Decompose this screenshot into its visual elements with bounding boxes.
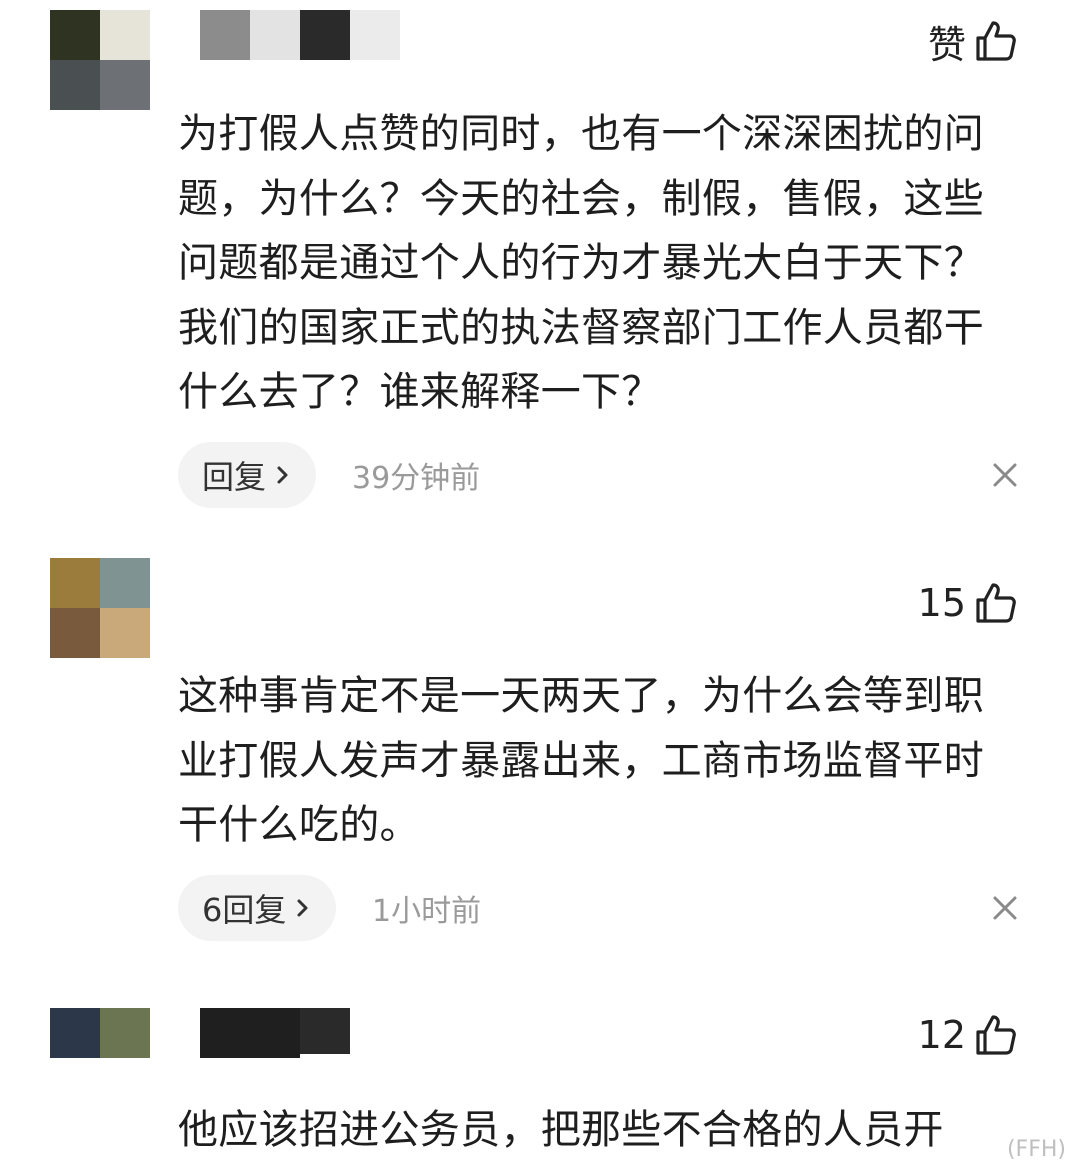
like-button[interactable]: 赞 (927, 16, 1018, 67)
avatar[interactable] (50, 1008, 150, 1058)
comment-text: 为打假人点赞的同时，也有一个深深困扰的问题，为什么？今天的社会，制假，售假，这些… (178, 111, 984, 415)
avatar-pixel (50, 60, 100, 110)
comment-text: 这种事肯定不是一天两天了，为什么会等到职业打假人发声才暴露出来，工商市场监督平时… (178, 673, 984, 848)
chevron-right-icon (274, 460, 292, 490)
like-label: 赞 (927, 22, 966, 67)
like-button[interactable]: 15 (918, 578, 1018, 628)
reply-label: 回复 (202, 458, 267, 496)
like-count: 15 (917, 581, 966, 625)
close-icon[interactable] (992, 895, 1018, 921)
avatar-pixel (50, 1008, 100, 1058)
avatar-pixel (50, 608, 100, 658)
thumbs-up-icon (974, 19, 1018, 63)
close-icon[interactable] (992, 462, 1018, 488)
username-pixel (200, 10, 250, 60)
username-pixel (200, 1008, 300, 1058)
thumbs-up-icon (974, 1013, 1018, 1057)
timestamp: 1小时前 (372, 894, 482, 929)
username-redacted[interactable] (200, 1008, 350, 1058)
like-count: 12 (917, 1013, 966, 1057)
avatar[interactable] (50, 558, 150, 658)
username-redacted[interactable] (200, 10, 400, 60)
username-pixel (300, 10, 350, 60)
chevron-right-icon (294, 893, 312, 923)
avatar-pixel (100, 1008, 150, 1058)
username-pixel (350, 10, 400, 60)
avatar-pixel (100, 608, 150, 658)
comment-text: 他应该招进公务员，把那些不合格的人员开 (178, 1107, 944, 1153)
timestamp: 39分钟前 (352, 461, 481, 496)
avatar[interactable] (50, 10, 150, 110)
avatar-pixel (100, 558, 150, 608)
reply-button[interactable]: 回复 (178, 442, 317, 508)
thumbs-up-icon (974, 581, 1018, 625)
reply-label: 6回复 (202, 891, 287, 929)
username-pixel (250, 10, 300, 60)
avatar-pixel (50, 558, 100, 608)
reply-button[interactable]: 6回复 (178, 875, 337, 941)
like-button[interactable]: 12 (918, 1010, 1018, 1060)
username-pixel (300, 1008, 350, 1054)
watermark: (FFH) (1006, 1137, 1066, 1162)
avatar-pixel (100, 10, 150, 60)
avatar-pixel (100, 60, 150, 110)
avatar-pixel (50, 10, 100, 60)
